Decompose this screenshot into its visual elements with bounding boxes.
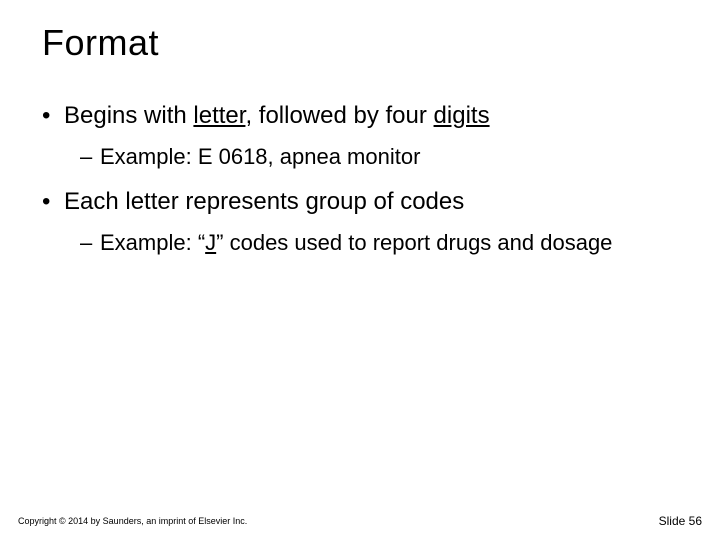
slide-body: • Begins with letter, followed by four d… — [42, 100, 678, 272]
slide-title: Format — [42, 22, 159, 64]
underlined-text: digits — [434, 102, 490, 129]
bullet-item: • Each letter represents group of codes — [42, 186, 678, 218]
bullet-marker: • — [42, 186, 64, 218]
text-fragment: ” codes used to report drugs and dosage — [216, 230, 612, 255]
bullet-marker: • — [42, 100, 64, 132]
sub-bullet-text: Example: “J” codes used to report drugs … — [100, 228, 678, 258]
text-fragment: , followed by four — [245, 102, 433, 129]
bullet-text: Begins with letter, followed by four dig… — [64, 100, 678, 132]
copyright-text: Copyright © 2014 by Saunders, an imprint… — [18, 516, 247, 526]
underlined-text: J — [205, 230, 216, 255]
bullet-item: • Begins with letter, followed by four d… — [42, 100, 678, 132]
sub-bullet-text: Example: E 0618, apnea monitor — [100, 142, 678, 172]
bullet-text: Each letter represents group of codes — [64, 186, 678, 218]
sub-bullet-item: – Example: “J” codes used to report drug… — [80, 228, 678, 258]
underlined-text: letter — [193, 102, 245, 129]
slide: Format • Begins with letter, followed by… — [0, 0, 720, 540]
text-fragment: Example: “ — [100, 230, 205, 255]
dash-marker: – — [80, 142, 100, 172]
dash-marker: – — [80, 228, 100, 258]
text-fragment: Begins with — [64, 102, 193, 129]
slide-number: Slide 56 — [659, 514, 702, 528]
sub-bullet-item: – Example: E 0618, apnea monitor — [80, 142, 678, 172]
